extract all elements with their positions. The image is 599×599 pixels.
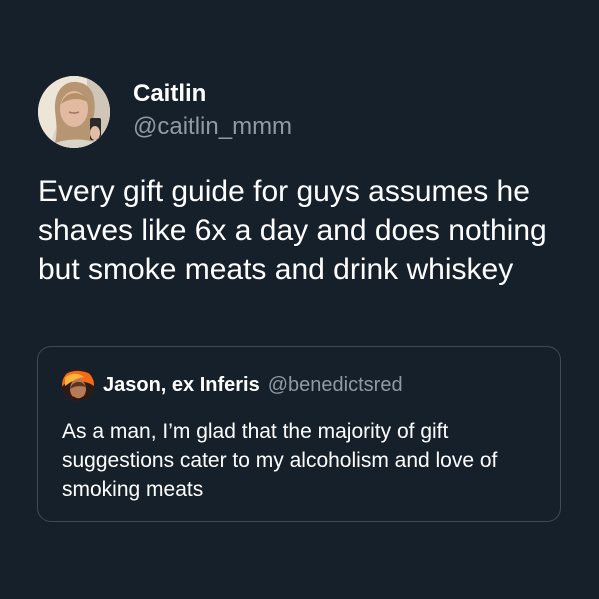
author-name[interactable]: Caitlin: [133, 79, 292, 109]
quoted-tweet-text: As a man, I’m glad that the majority of …: [62, 420, 498, 501]
quoted-tweet[interactable]: Jason, ex Inferis @benedictsred As a man…: [37, 346, 561, 522]
quoted-author-name[interactable]: Jason, ex Inferis: [103, 373, 260, 397]
quoted-tweet-header: Jason, ex Inferis @benedictsred: [62, 369, 403, 401]
quoted-author-handle[interactable]: @benedictsred: [268, 373, 403, 397]
author-text: Caitlin @caitlin_mmm: [133, 79, 292, 142]
tweet-card: Caitlin @caitlin_mmm Every gift guide fo…: [0, 0, 599, 599]
author-avatar[interactable]: [38, 76, 110, 148]
author-handle[interactable]: @caitlin_mmm: [133, 112, 292, 142]
quoted-author-avatar[interactable]: [62, 369, 94, 401]
tweet-text: Every gift guide for guys assumes he sha…: [38, 175, 547, 286]
tweet-author[interactable]: Caitlin @caitlin_mmm: [38, 76, 292, 148]
